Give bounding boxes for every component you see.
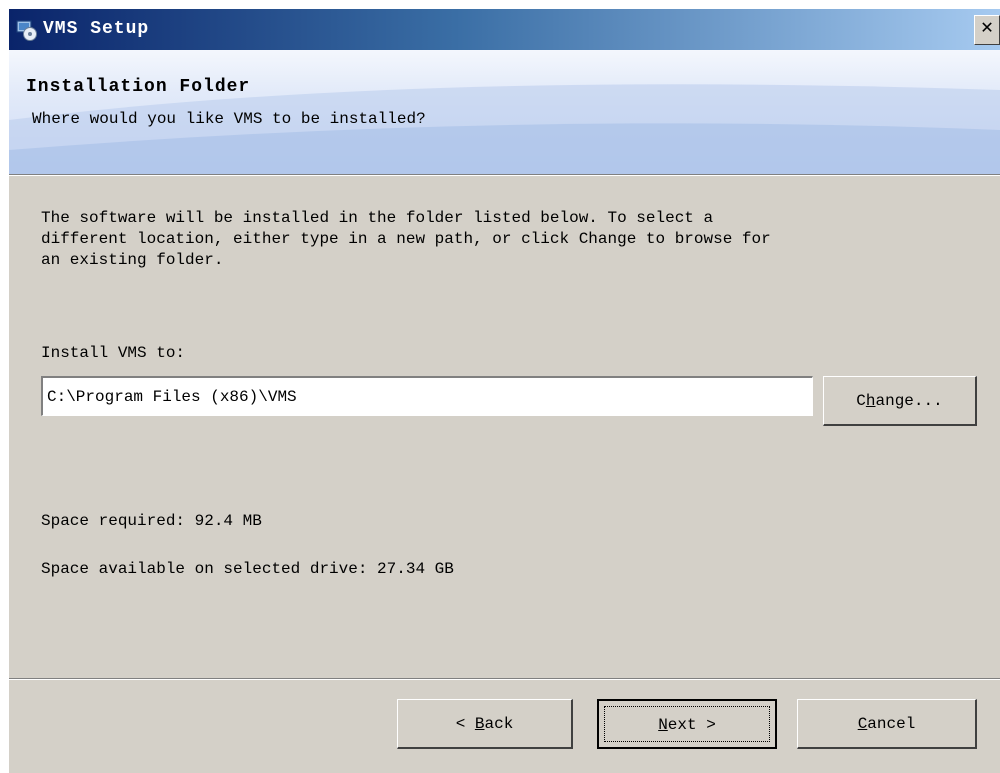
install-path-label: Install VMS to:	[41, 344, 186, 362]
space-required-text: Space required: 92.4 MB	[41, 512, 262, 530]
setup-window: VMS Setup ✕ Installation Folder Where wo…	[9, 9, 1000, 773]
installer-icon	[16, 20, 37, 41]
description-text: The software will be installed in the fo…	[41, 209, 771, 269]
space-available-text: Space available on selected drive: 27.34…	[41, 560, 454, 578]
close-icon: ✕	[980, 17, 994, 40]
header-divider	[9, 174, 1000, 176]
back-button[interactable]: < Back	[397, 699, 573, 749]
install-path-input[interactable]	[41, 376, 813, 416]
page-subtitle: Where would you like VMS to be installed…	[32, 110, 426, 128]
window-title: VMS Setup	[43, 19, 150, 39]
cancel-button[interactable]: Cancel	[797, 699, 977, 749]
page-title: Installation Folder	[26, 77, 251, 97]
header-banner: Installation Folder Where would you like…	[9, 50, 1000, 174]
footer-divider	[9, 678, 1000, 680]
title-bar[interactable]: VMS Setup ✕	[9, 9, 1000, 50]
next-button[interactable]: Next >	[597, 699, 777, 749]
close-button[interactable]: ✕	[974, 15, 1000, 45]
focus-ring: Next >	[604, 706, 770, 742]
change-button[interactable]: Change...	[823, 376, 977, 426]
